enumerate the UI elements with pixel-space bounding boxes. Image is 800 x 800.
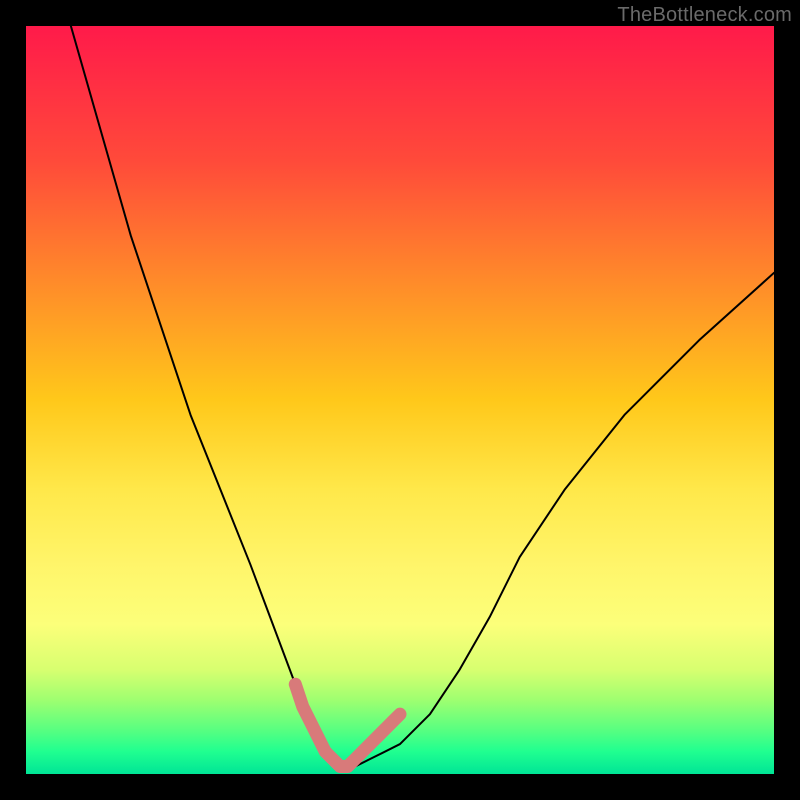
series-bottleneck-highlight — [295, 684, 400, 766]
plot-area — [26, 26, 774, 774]
chart-svg — [26, 26, 774, 774]
series-group — [71, 26, 774, 767]
watermark-text: TheBottleneck.com — [617, 4, 792, 27]
series-bottleneck-curve — [71, 26, 774, 767]
chart-frame: TheBottleneck.com — [0, 0, 800, 800]
